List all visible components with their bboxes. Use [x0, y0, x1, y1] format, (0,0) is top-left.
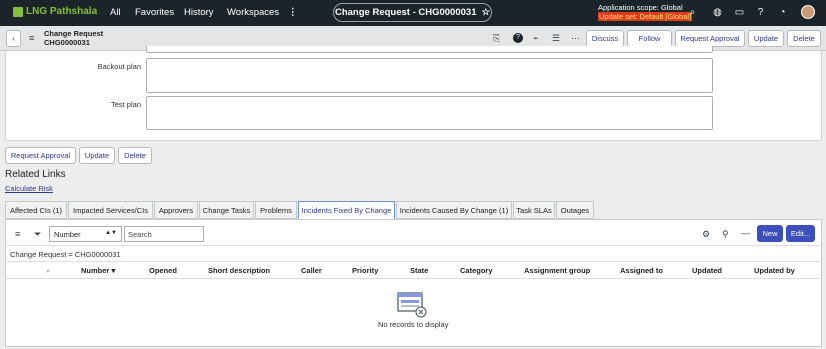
update-button-bottom[interactable]: Update — [79, 147, 115, 164]
tab-affected-cis[interactable]: Affected CIs (1) — [5, 201, 67, 219]
backout-plan-label: Backout plan — [97, 62, 141, 71]
nav-history[interactable]: History — [184, 7, 214, 18]
chat-icon[interactable]: ▭ — [734, 7, 745, 18]
tab-incidents-caused-by-change[interactable]: Incidents Caused By Change (1) — [396, 201, 512, 219]
globe-icon[interactable]: ◍ — [712, 7, 723, 18]
column-category[interactable]: Category — [460, 266, 493, 275]
logo-text: LNG Pathshala — [26, 6, 98, 17]
previous-field-textarea[interactable] — [146, 46, 713, 53]
chevron-left-icon: ‹ — [12, 34, 15, 43]
request-approval-button[interactable]: Request Approval — [675, 30, 745, 47]
column-priority[interactable]: Priority — [352, 266, 378, 275]
back-button[interactable]: ‹ — [6, 30, 21, 47]
collapse-icon[interactable]: — — [741, 228, 750, 238]
tab-impacted-services[interactable]: Impacted Services/CIs — [68, 201, 153, 219]
divider — [5, 261, 822, 262]
tab-approvers[interactable]: Approvers — [154, 201, 198, 219]
list-menu-icon[interactable]: ≡ — [15, 229, 20, 239]
delete-button[interactable]: Delete — [787, 30, 821, 47]
tab-outages[interactable]: Outages — [556, 201, 594, 219]
brand-logo[interactable]: LNG Pathshala — [13, 6, 97, 17]
column-updated[interactable]: Updated — [692, 266, 722, 275]
update-set-text: Update set: Default [Global] — [598, 12, 693, 21]
tab-problems[interactable]: Problems — [255, 201, 297, 219]
activity-icon[interactable]: ⌁ — [533, 33, 538, 44]
edit-button[interactable]: Edit... — [786, 225, 815, 242]
more-menu-icon[interactable]: ⋮ — [288, 7, 298, 18]
sort-desc-icon: ▾ — [111, 266, 116, 275]
settings-sliders-icon[interactable]: ☰ — [552, 33, 560, 44]
search-field-select[interactable]: Number ▲▼ — [49, 226, 122, 242]
logo-mark-icon — [13, 6, 23, 17]
filter-breadcrumb[interactable]: Change Request = CHG0000031 — [10, 250, 121, 259]
new-button[interactable]: New — [757, 225, 783, 242]
divider — [5, 245, 822, 246]
column-short-description[interactable]: Short description — [208, 266, 270, 275]
attachment-icon[interactable]: ⎘ — [493, 33, 500, 44]
more-options-icon[interactable]: ⋯ — [571, 33, 580, 44]
delete-button-bottom[interactable]: Delete — [118, 147, 152, 164]
user-avatar[interactable] — [801, 5, 815, 19]
update-button[interactable]: Update — [748, 30, 784, 47]
test-plan-label: Test plan — [110, 100, 141, 109]
calculate-risk-link[interactable]: Calculate Risk — [5, 184, 53, 193]
column-number[interactable]: Number ▾ — [81, 266, 115, 275]
favorite-star-icon[interactable]: ☆ — [481, 7, 490, 18]
personalize-icon[interactable]: ⚲ — [722, 229, 729, 240]
tab-change-tasks[interactable]: Change Tasks — [199, 201, 254, 219]
test-plan-textarea[interactable] — [146, 96, 713, 130]
related-links-title: Related Links — [5, 169, 66, 180]
gear-icon[interactable]: ⚙ — [702, 229, 710, 240]
form-menu-icon[interactable]: ≡ — [29, 33, 34, 43]
column-opened[interactable]: Opened — [149, 266, 177, 275]
column-updated-by[interactable]: Updated by — [754, 266, 795, 275]
form-number: CHG0000031 — [44, 38, 90, 47]
column-number-label: Number — [81, 266, 110, 275]
column-assignment-group[interactable]: Assignment group — [524, 266, 590, 275]
nav-favorites[interactable]: Favorites — [135, 7, 174, 18]
form-title: Change Request CHG0000031 — [44, 29, 103, 47]
backout-plan-textarea[interactable] — [146, 58, 713, 93]
search-icon[interactable]: ⌕ — [687, 7, 698, 18]
nav-workspaces[interactable]: Workspaces — [227, 7, 279, 18]
notifications-bell-icon[interactable]: ◔ — [777, 7, 788, 18]
column-state[interactable]: State — [410, 266, 428, 275]
scope-text: Application scope: Global — [598, 3, 683, 12]
column-assigned-to[interactable]: Assigned to — [620, 266, 663, 275]
search-field-value: Number — [54, 229, 81, 239]
follow-button[interactable]: Follow — [627, 30, 672, 47]
column-search-icon[interactable]: ⌕ — [46, 266, 50, 276]
request-approval-button-bottom[interactable]: Request Approval — [5, 147, 76, 164]
empty-list-message: No records to display — [378, 320, 449, 329]
filter-icon[interactable]: ⏷ — [34, 229, 41, 240]
column-caller[interactable]: Caller — [301, 266, 322, 275]
select-caret-icon: ▲▼ — [105, 230, 117, 236]
list-search-input[interactable]: Search — [124, 226, 204, 242]
help-circle-icon[interactable]: ? — [513, 33, 523, 43]
form-type: Change Request — [44, 29, 104, 38]
nav-all[interactable]: All — [110, 7, 121, 18]
application-scope[interactable]: Application scope: Global Update set: De… — [598, 3, 693, 21]
top-navigation-bar: LNG Pathshala All Favorites History Work… — [0, 0, 826, 26]
discuss-button[interactable]: Discuss — [586, 30, 624, 47]
tab-incidents-fixed-by-change[interactable]: Incidents Fixed By Change — [298, 201, 395, 219]
tab-task-slas[interactable]: Task SLAs — [513, 201, 555, 219]
divider — [5, 278, 822, 279]
record-title: Change Request - CHG0000031 — [334, 7, 477, 18]
help-icon[interactable]: ? — [755, 7, 766, 18]
empty-list-icon — [397, 292, 427, 318]
record-title-pill[interactable]: Change Request - CHG0000031 ☆ — [333, 3, 492, 22]
